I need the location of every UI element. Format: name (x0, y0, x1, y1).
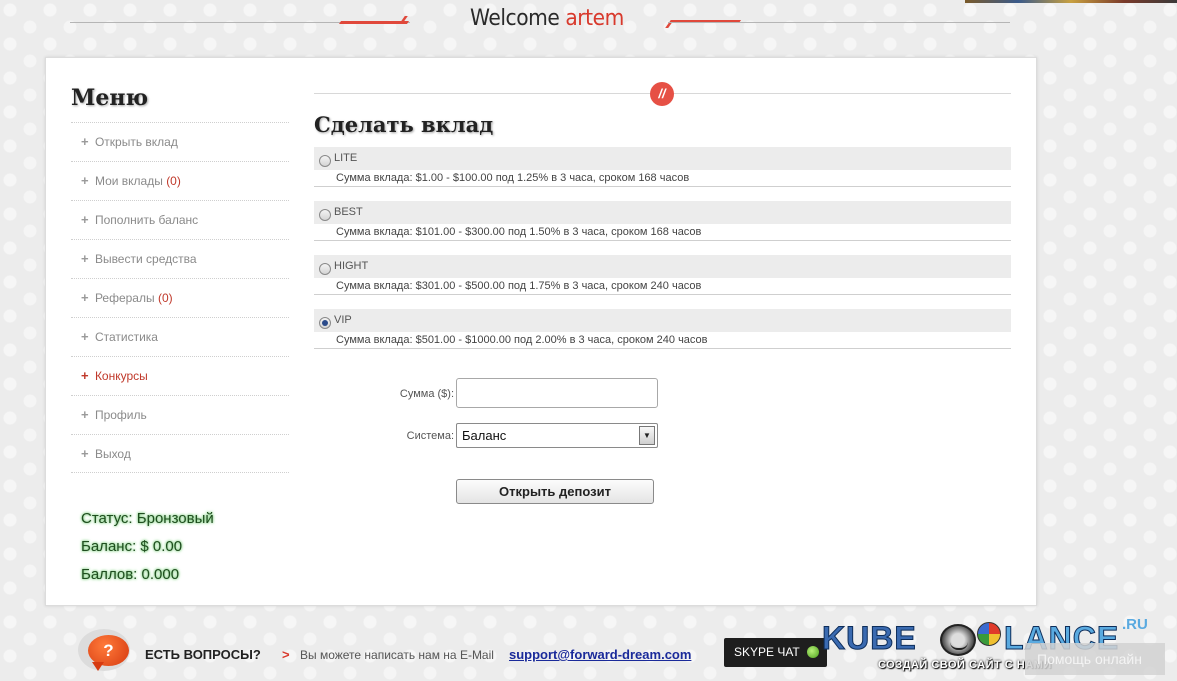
plan-radio-best[interactable] (319, 208, 331, 221)
header-divider-right (668, 22, 1010, 23)
plus-icon: + (81, 290, 89, 305)
section-title: Сделать вклад (314, 112, 494, 137)
system-label: Система: (406, 430, 454, 442)
skype-chat-button[interactable]: SKYPE ЧАТ (724, 638, 827, 667)
menu-item-open-deposit[interactable]: + Открыть вклад (71, 122, 289, 161)
corner-decoration (965, 0, 1177, 3)
menu-item-profile[interactable]: + Профиль (71, 395, 289, 434)
menu-item-contests[interactable]: + Конкурсы (71, 356, 289, 395)
bubble-tail (92, 662, 104, 671)
welcome-username: artem (565, 6, 624, 31)
header: Welcome artem (0, 0, 1177, 50)
menu-item-referrals[interactable]: + Рефералы (0) (71, 278, 289, 317)
plus-icon: + (81, 212, 89, 227)
plan-name: BEST (334, 205, 363, 218)
welcome-title: Welcome artem (470, 6, 624, 31)
menu-item-label: Пополнить баланс (94, 213, 199, 227)
plan-radio-lite[interactable] (319, 154, 331, 167)
plan-description: Сумма вклада: $101.00 - $300.00 под 1.50… (336, 226, 702, 238)
plus-icon: + (81, 407, 89, 422)
skype-chat-label: SKYPE ЧАТ (734, 645, 800, 659)
menu-item-label: Мои вклады (94, 174, 163, 188)
plus-icon: + (81, 251, 89, 266)
questions-heading: ЕСТЬ ВОПРОСЫ? (145, 647, 261, 662)
system-select-value: Баланс (462, 428, 507, 443)
menu-item-label: Рефералы (94, 291, 155, 305)
slash-badge-icon: // (650, 82, 674, 106)
mascot-face-icon (940, 624, 976, 656)
welcome-prefix: Welcome (470, 6, 560, 31)
plus-icon: + (81, 173, 89, 188)
palette-icon (977, 622, 1001, 646)
sum-label: Сумма ($): (399, 388, 454, 400)
menu-title: Меню (71, 85, 149, 111)
plan-name: HIGHT (334, 259, 369, 272)
help-online-button[interactable]: Помощь онлайн (1025, 643, 1165, 675)
plus-icon: + (81, 446, 89, 461)
points-text: Баллов: 0.000 (81, 566, 180, 583)
plus-icon: + (81, 329, 89, 344)
menu-item-label: Выход (94, 447, 131, 461)
menu-item-label: Открыть вклад (94, 135, 178, 149)
menu-item-label: Вывести средства (94, 252, 197, 266)
arrow-icon: > (282, 647, 290, 662)
system-select[interactable]: Баланс ▼ (456, 423, 658, 448)
menu-item-label: Конкурсы (94, 369, 148, 383)
plan-header: BEST (314, 201, 1011, 224)
plan-description: Сумма вклада: $301.00 - $500.00 под 1.75… (336, 280, 702, 292)
plus-icon: + (81, 134, 89, 149)
menu-item-top-up[interactable]: + Пополнить баланс (71, 200, 289, 239)
plus-icon: + (81, 368, 89, 383)
menu-item-statistics[interactable]: + Статистика (71, 317, 289, 356)
plan-option-vip[interactable]: VIP Сумма вклада: $501.00 - $1000.00 под… (314, 309, 1011, 349)
plan-radio-vip[interactable] (319, 316, 331, 329)
plan-option-hight[interactable]: HIGHT Сумма вклада: $301.00 - $500.00 по… (314, 255, 1011, 295)
plan-header: VIP (314, 309, 1011, 332)
plan-option-lite[interactable]: LITE Сумма вклада: $1.00 - $100.00 под 1… (314, 147, 1011, 187)
plan-name: VIP (334, 313, 352, 326)
sidebar-menu: + Открыть вклад + Мои вклады (0) + Попол… (71, 122, 289, 473)
balance-text: Баланс: $ 0.00 (81, 538, 183, 555)
menu-item-logout[interactable]: + Выход (71, 434, 289, 473)
logo-ru-text: .RU (1122, 616, 1148, 633)
online-status-icon (807, 646, 819, 658)
status-text: Статус: Бронзовый (81, 510, 214, 527)
menu-item-label: Профиль (94, 408, 147, 422)
plan-description: Сумма вклада: $501.00 - $1000.00 под 2.0… (336, 334, 708, 346)
menu-item-count: (0) (157, 291, 173, 305)
plan-radio-hight[interactable] (319, 262, 331, 275)
footer: ? ЕСТЬ ВОПРОСЫ? > Вы можете написать нам… (0, 616, 1177, 681)
chevron-down-icon[interactable]: ▼ (639, 426, 655, 445)
plan-name: LITE (334, 151, 358, 164)
email-prompt: Вы можете написать нам на E-Mail (300, 648, 494, 662)
plan-description: Сумма вклада: $1.00 - $100.00 под 1.25% … (336, 172, 690, 184)
plan-option-best[interactable]: BEST Сумма вклада: $101.00 - $300.00 под… (314, 201, 1011, 241)
open-deposit-button[interactable]: Открыть депозит (456, 479, 654, 504)
sum-input[interactable] (456, 378, 658, 408)
user-stats: Статус: Бронзовый Баланс: $ 0.00 Баллов:… (81, 508, 214, 592)
logo-kube-text: KUBE (822, 620, 917, 657)
menu-item-withdraw[interactable]: + Вывести средства (71, 239, 289, 278)
main-panel: Меню + Открыть вклад + Мои вклады (0) + … (45, 57, 1037, 606)
menu-item-label: Статистика (94, 330, 158, 344)
support-email-link[interactable]: support@forward-dream.com (509, 647, 691, 662)
menu-item-count: (0) (166, 174, 181, 188)
menu-item-my-deposits[interactable]: + Мои вклады (0) (71, 161, 289, 200)
plan-header: HIGHT (314, 255, 1011, 278)
plan-header: LITE (314, 147, 1011, 170)
